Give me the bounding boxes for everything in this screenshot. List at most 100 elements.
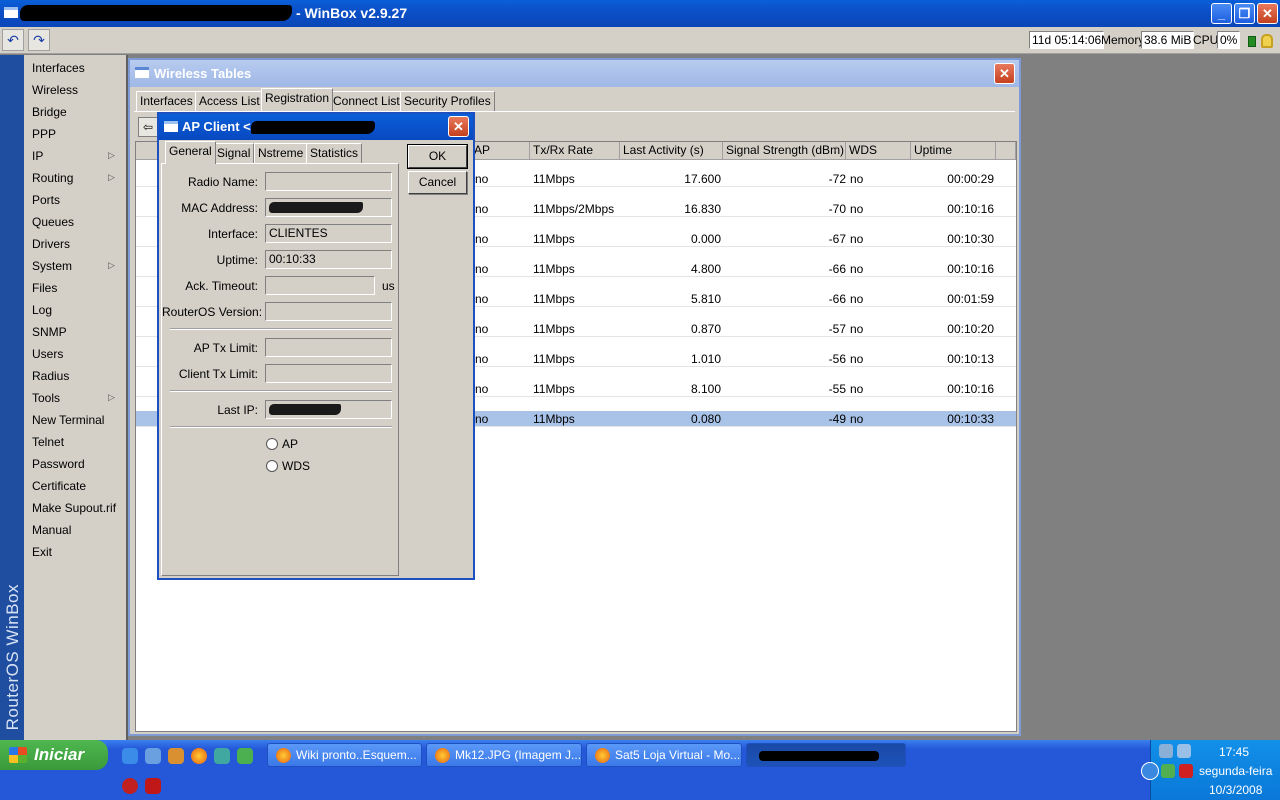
wireless-tables-title: Wireless Tables <box>154 66 252 81</box>
sidebar-item-snmp[interactable]: SNMP <box>32 325 67 339</box>
sidebar-item-ppp[interactable]: PPP <box>32 127 56 141</box>
sidebar-item-exit[interactable]: Exit <box>32 545 52 559</box>
wds-radio[interactable] <box>266 460 278 472</box>
mac-address-field[interactable] <box>265 198 392 217</box>
tab-general[interactable]: General <box>165 141 216 164</box>
ok-button[interactable]: OK <box>407 144 468 169</box>
app-quicklaunch-icon[interactable] <box>214 748 230 764</box>
column-header-ap[interactable]: AP <box>471 142 530 160</box>
chevron-left-icon[interactable] <box>1141 762 1159 780</box>
tab-security-profiles[interactable]: Security Profiles <box>400 91 495 111</box>
sidebar-item-ip[interactable]: IP <box>32 149 43 163</box>
wireless-tables-titlebar[interactable]: Wireless Tables ✕ <box>130 60 1019 87</box>
ap-client-close-button[interactable]: ✕ <box>448 116 469 137</box>
dvd-icon[interactable] <box>145 778 161 794</box>
cell-last-activity: 16.830 <box>684 202 721 216</box>
sidebar-item-files[interactable]: Files <box>32 281 57 295</box>
tab-statistics[interactable]: Statistics <box>306 143 363 163</box>
cell-uptime: 00:10:20 <box>947 322 994 336</box>
sidebar-item-password[interactable]: Password <box>32 457 85 471</box>
taskbar-task[interactable]: Wiki pronto..Esquem... <box>267 743 422 767</box>
column-header-last-activity[interactable]: Last Activity (s) <box>620 142 723 160</box>
firefox-icon[interactable] <box>191 748 207 764</box>
wireless-tables-close-button[interactable]: ✕ <box>994 63 1015 84</box>
sidebar-item-log[interactable]: Log <box>32 303 52 317</box>
task-label: Sat5 Loja Virtual - Mo... <box>615 748 741 762</box>
close-button[interactable]: ✕ <box>1257 3 1278 24</box>
uptime-label: Uptime: <box>216 253 258 267</box>
client-tx-limit-field[interactable] <box>265 364 392 383</box>
column-header-wds[interactable]: WDS <box>846 142 911 160</box>
sidebar-item-bridge[interactable]: Bridge <box>32 105 67 119</box>
radio-name-label: Radio Name: <box>187 175 258 189</box>
ack-timeout-field[interactable] <box>265 276 375 295</box>
antivirus-icon[interactable] <box>1179 764 1193 778</box>
start-button[interactable]: Iniciar <box>0 740 108 770</box>
cell-rate: 11Mbps <box>533 412 575 426</box>
restore-button[interactable]: ❐ <box>1234 3 1255 24</box>
network-icon[interactable] <box>1159 744 1173 758</box>
taskbar-task[interactable]: Sat5 Loja Virtual - Mo... <box>586 743 742 767</box>
sidebar-item-certificate[interactable]: Certificate <box>32 479 86 493</box>
interface-field[interactable]: CLIENTES <box>265 224 392 243</box>
sidebar-item-ports[interactable]: Ports <box>32 193 60 207</box>
tab-interfaces[interactable]: Interfaces <box>136 91 197 111</box>
cancel-button[interactable]: Cancel <box>408 171 467 194</box>
tab-nstreme[interactable]: Nstreme <box>254 143 308 163</box>
network-icon[interactable] <box>1177 744 1191 758</box>
ie-icon[interactable] <box>122 748 138 764</box>
messenger-icon[interactable] <box>1161 764 1175 778</box>
column-header-tx-rx-rate[interactable]: Tx/Rx Rate <box>530 142 620 160</box>
ap-tx-limit-field[interactable] <box>265 338 392 357</box>
column-header-signal-strength[interactable]: Signal Strength (dBm) / <box>723 142 846 160</box>
sidebar-item-tools[interactable]: Tools <box>32 391 60 405</box>
uptime-field[interactable]: 00:10:33 <box>265 250 392 269</box>
cell-ap: no <box>475 232 489 246</box>
radio-name-field[interactable] <box>265 172 392 191</box>
close-icon: ✕ <box>999 66 1010 81</box>
redacted-task-title <box>759 751 879 761</box>
minimize-button[interactable]: _ <box>1211 3 1232 24</box>
routeros-version-field[interactable] <box>265 302 392 321</box>
tab-connect-list[interactable]: Connect List <box>329 91 404 111</box>
last-ip-field[interactable] <box>265 400 392 419</box>
sidebar-item-make-supout[interactable]: Make Supout.rif <box>32 501 116 515</box>
sidebar-item-new-terminal[interactable]: New Terminal <box>32 413 104 427</box>
sidebar-item-drivers[interactable]: Drivers <box>32 237 70 251</box>
tab-signal[interactable]: Signal <box>213 143 255 163</box>
messenger-icon[interactable] <box>237 748 253 764</box>
system-tray: 17:45 segunda-feira 10/3/2008 <box>1141 740 1280 800</box>
arrow-left-icon: ⇦ <box>142 120 154 134</box>
sidebar-item-queues[interactable]: Queues <box>32 215 74 229</box>
ap-radio[interactable] <box>266 438 278 450</box>
taskbar-task[interactable]: Mk12.JPG (Imagem J... <box>426 743 582 767</box>
redo-button[interactable]: ↷ <box>28 29 50 51</box>
winbox-app-icon[interactable] <box>4 7 18 18</box>
tab-access-list[interactable]: Access List <box>195 91 264 111</box>
lock-icon[interactable] <box>1261 34 1273 48</box>
sidebar-item-wireless[interactable]: Wireless <box>32 83 78 97</box>
ap-client-titlebar[interactable]: AP Client < ✕ <box>159 114 473 140</box>
sidebar-item-radius[interactable]: Radius <box>32 369 69 383</box>
cell-signal: -66 <box>828 292 846 306</box>
sidebar-item-users[interactable]: Users <box>32 347 63 361</box>
sidebar-item-routing[interactable]: Routing <box>32 171 73 185</box>
clock-time[interactable]: 17:45 <box>1219 745 1249 759</box>
winamp-icon[interactable] <box>168 748 184 764</box>
sidebar-item-interfaces[interactable]: Interfaces <box>32 61 85 75</box>
back-button[interactable]: ⇦ <box>138 117 158 137</box>
taskbar-task-active[interactable] <box>746 743 906 767</box>
minimize-icon: _ <box>1217 6 1226 21</box>
media-icon[interactable] <box>122 778 138 794</box>
tab-registration[interactable]: Registration <box>261 88 334 111</box>
sidebar-item-system[interactable]: System <box>32 259 72 273</box>
desktop-icon[interactable] <box>145 748 161 764</box>
cell-last-activity: 5.810 <box>690 292 721 306</box>
windows-logo-icon <box>9 747 27 763</box>
cell-ap: no <box>475 322 489 336</box>
redacted-mac-address <box>269 202 363 213</box>
column-header-uptime[interactable]: Uptime <box>911 142 996 160</box>
sidebar-item-telnet[interactable]: Telnet <box>32 435 64 449</box>
sidebar-item-manual[interactable]: Manual <box>32 523 71 537</box>
undo-button[interactable]: ↶ <box>2 29 24 51</box>
